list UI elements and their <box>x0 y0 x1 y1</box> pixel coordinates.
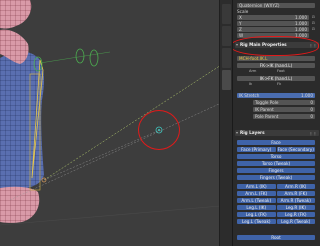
scale-z-field[interactable]: Z 1.000 <box>237 27 309 32</box>
layer-button-face-secondary[interactable]: Face (Secondary) <box>276 147 315 152</box>
tab-rig[interactable] <box>222 70 231 90</box>
lock-icon[interactable]: ⊡ <box>312 27 315 32</box>
ik-fk-snap-button[interactable]: IK->FK (hand.L) <box>237 76 315 81</box>
viewport-scene <box>0 0 232 226</box>
annotation-circle-pole <box>138 110 180 150</box>
tab-item[interactable] <box>222 4 231 24</box>
axis-label: Y <box>239 21 242 26</box>
layer-button-face[interactable]: Face <box>237 140 315 145</box>
fk-label: Fk <box>277 82 282 86</box>
layer-button-arm-l-tweak[interactable]: Arm.L (Tweak) <box>237 198 276 203</box>
layer-button-arm-l-ik[interactable]: Arm.L (IK) <box>237 184 276 189</box>
scale-x-field[interactable]: X 1.000 <box>237 15 309 20</box>
field-value: 0 <box>310 114 313 119</box>
layer-button-leg-l-fk[interactable]: Leg.L (FK) <box>237 212 276 217</box>
layer-button-leg-r-tweak[interactable]: Leg.R (Tweak) <box>276 219 315 224</box>
layer-button-arm-r-fk[interactable]: Arm.R (FK) <box>276 191 315 196</box>
bone-name-field[interactable]: MCH-foot.IK.L <box>237 56 315 61</box>
tab-tool[interactable] <box>222 26 231 46</box>
ik-parent-field[interactable]: IK Parent 0 <box>253 107 315 112</box>
layer-button-arm-l-fk[interactable]: Arm.L (FK) <box>237 191 276 196</box>
field-value: 0 <box>310 100 313 105</box>
fk-ik-snap-button[interactable]: FK->IK (hand.L) <box>237 63 315 68</box>
scale-y-field[interactable]: Y 1.000 <box>237 21 309 26</box>
field-label: Pole Parent <box>255 114 279 119</box>
field-label: Toggle Pole <box>255 100 279 105</box>
ik-label: Ik <box>249 82 253 86</box>
rig-layers-title: Rig Layers <box>240 130 265 135</box>
rotation-mode-select[interactable]: Quaternion (WXYZ) <box>237 3 315 8</box>
layer-button-leg-l-tweak[interactable]: Leg.L (Tweak) <box>237 219 276 224</box>
layer-button-fingers-tweak[interactable]: Fingers (Tweak) <box>237 175 315 180</box>
tab-view[interactable] <box>222 48 231 68</box>
pole-parent-field[interactable]: Pole Parent 0 <box>253 114 315 119</box>
scale-label: Scale <box>237 9 249 14</box>
toggle-pole-field[interactable]: Toggle Pole 0 <box>253 100 315 105</box>
3d-viewport[interactable] <box>0 0 232 246</box>
axis-label: W <box>239 33 244 38</box>
layer-button-root[interactable]: Root <box>237 235 315 240</box>
axis-label: Z <box>239 27 242 32</box>
field-value: 1.000 <box>295 15 307 20</box>
collapse-icon: ▾ <box>236 130 239 135</box>
layer-button-leg-l-ik[interactable]: Leg.L (IK) <box>237 205 276 210</box>
lock-icon[interactable]: ⊡ <box>312 21 315 26</box>
layer-button-arm-r-ik[interactable]: Arm.R (IK) <box>276 184 315 189</box>
layer-button-torso[interactable]: Torso <box>237 154 315 159</box>
rig-layers-header[interactable]: ▾ Rig Layers ⋮⋮ <box>235 130 319 136</box>
control-ring <box>89 49 99 67</box>
layer-button-leg-r-fk[interactable]: Leg.R (FK) <box>276 212 315 217</box>
lock-icon[interactable]: ⊡ <box>312 15 315 20</box>
layer-button-torso-tweak[interactable]: Torso (Tweak) <box>237 161 315 166</box>
field-label: IK Parent <box>255 107 274 112</box>
field-value: 1.000 <box>295 27 307 32</box>
foot-label: Foot <box>277 69 285 73</box>
axis-label: X <box>239 15 242 20</box>
layer-button-fingers[interactable]: Fingers <box>237 168 315 173</box>
layer-button-arm-r-tweak[interactable]: Arm.R (Tweak) <box>276 198 315 203</box>
sidebar-panel: Quaternion (WXYZ) Scale X 1.000 Y 1.000 Z 1… <box>232 0 320 246</box>
slider-label: IK Stretch <box>239 93 260 98</box>
drag-handle-icon[interactable]: ⋮⋮ <box>309 131 317 137</box>
field-value: 0 <box>310 107 313 112</box>
slider-value: 1.000 <box>301 93 313 98</box>
arm-label: Arm <box>249 69 257 73</box>
annotation-circle-header <box>233 36 319 56</box>
layer-button-face-primary[interactable]: Face (Primary) <box>237 147 276 152</box>
sidebar-tab-strip <box>219 0 232 246</box>
ik-stretch-slider[interactable]: IK Stretch 1.000 <box>237 93 315 98</box>
layer-button-leg-r-ik[interactable]: Leg.R (IK) <box>276 205 315 210</box>
field-value: 1.000 <box>295 21 307 26</box>
